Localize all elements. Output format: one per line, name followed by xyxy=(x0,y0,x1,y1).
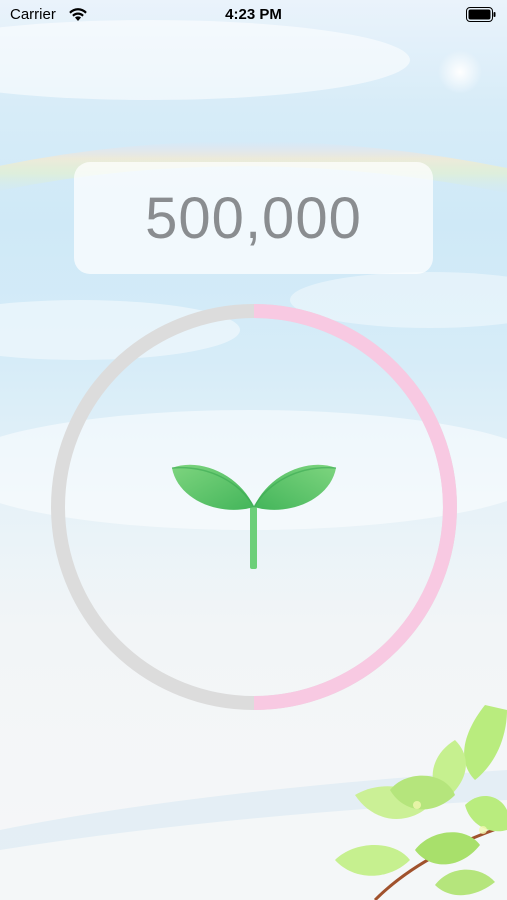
counter-card: 500,000 xyxy=(74,162,433,274)
sprout-icon[interactable] xyxy=(170,455,338,573)
clock-time: 4:23 PM xyxy=(225,6,282,23)
counter-value: 500,000 xyxy=(145,185,362,251)
leaves-icon xyxy=(335,705,507,900)
status-bar: Carrier 4:23 PM xyxy=(0,0,507,30)
battery-icon xyxy=(466,7,496,22)
